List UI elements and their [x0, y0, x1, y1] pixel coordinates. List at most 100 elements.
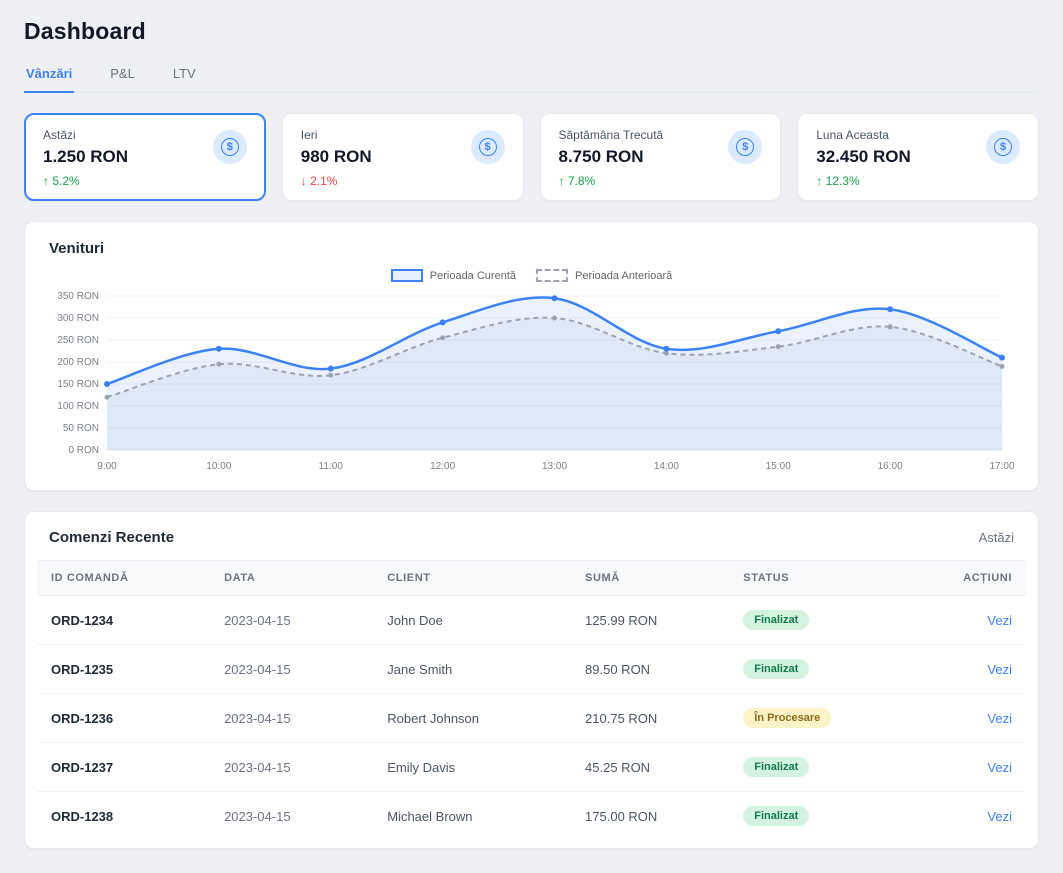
chart-legend: Perioada Curentă Perioada Anterioară	[49, 269, 1014, 282]
cell-date: 2023-04-15	[210, 743, 373, 792]
svg-text:100 RON: 100 RON	[57, 401, 99, 412]
view-order-link[interactable]: Vezi	[987, 613, 1012, 628]
svg-text:300 RON: 300 RON	[57, 313, 99, 324]
dashboard-page: Dashboard Vânzări P&L LTV Astăzi 1.250 RON ↑…	[0, 0, 1063, 873]
orders-table: ID ComandăDataClientSumăStatusAcțiuni OR…	[37, 560, 1026, 840]
stat-value: 980 RON	[301, 147, 372, 167]
table-header-row: ID ComandăDataClientSumăStatusAcțiuni	[37, 561, 1026, 596]
cell-actions: Vezi	[942, 645, 1026, 694]
status-badge: Finalizat	[743, 610, 809, 630]
legend-item[interactable]: Perioada Anterioară	[536, 269, 672, 282]
stat-label: Săptămâna Trecută	[559, 128, 664, 142]
stat-card-1[interactable]: Ieri 980 RON ↓ 2.1% $	[282, 113, 524, 201]
tab-pl[interactable]: P&L	[108, 57, 137, 93]
legend-swatch	[536, 269, 568, 282]
column-header-client: Client	[373, 561, 571, 596]
cell-amount: 175.00 RON	[571, 792, 729, 841]
tab-bar: Vânzări P&L LTV	[24, 57, 1039, 93]
stat-card-3[interactable]: Luna Aceasta 32.450 RON ↑ 12.3% $	[797, 113, 1039, 201]
svg-text:200 RON: 200 RON	[57, 357, 99, 368]
status-badge: Finalizat	[743, 757, 809, 777]
dollar-icon: $	[479, 138, 497, 156]
stat-card-body: Ieri 980 RON ↓ 2.1%	[301, 128, 372, 188]
legend-swatch	[391, 269, 423, 282]
status-badge: Finalizat	[743, 659, 809, 679]
cell-amount: 89.50 RON	[571, 645, 729, 694]
cell-id: ORD-1235	[37, 645, 210, 694]
svg-text:50 RON: 50 RON	[63, 423, 99, 434]
column-header-amount: Sumă	[571, 561, 729, 596]
table-row: ORD-12362023-04-15Robert Johnson210.75 R…	[37, 694, 1026, 743]
stat-value: 32.450 RON	[816, 147, 911, 167]
table-row: ORD-12352023-04-15Jane Smith89.50 RONFin…	[37, 645, 1026, 694]
cell-client: Emily Davis	[373, 743, 571, 792]
cell-client: Robert Johnson	[373, 694, 571, 743]
svg-text:11:00: 11:00	[319, 461, 344, 472]
cell-actions: Vezi	[942, 694, 1026, 743]
cell-actions: Vezi	[942, 792, 1026, 841]
svg-text:13:00: 13:00	[542, 461, 567, 472]
legend-label: Perioada Curentă	[430, 270, 516, 282]
svg-text:14:00: 14:00	[654, 461, 679, 472]
svg-text:15:00: 15:00	[766, 461, 791, 472]
cell-status: Finalizat	[729, 596, 942, 645]
stat-card-0[interactable]: Astăzi 1.250 RON ↑ 5.2% $	[24, 113, 266, 201]
column-header-date: Data	[210, 561, 373, 596]
revenue-line-chart: 0 RON50 RON100 RON150 RON200 RON250 RON3…	[49, 286, 1014, 478]
cell-amount: 210.75 RON	[571, 694, 729, 743]
column-header-id: ID Comandă	[37, 561, 210, 596]
svg-text:250 RON: 250 RON	[57, 335, 99, 346]
tab-vanzari[interactable]: Vânzări	[24, 57, 74, 93]
cell-actions: Vezi	[942, 743, 1026, 792]
page-title: Dashboard	[24, 18, 1039, 45]
status-badge: Finalizat	[743, 806, 809, 826]
status-badge: În Procesare	[743, 708, 831, 728]
cell-amount: 125.99 RON	[571, 596, 729, 645]
table-row: ORD-12342023-04-15John Doe125.99 RONFina…	[37, 596, 1026, 645]
cell-date: 2023-04-15	[210, 694, 373, 743]
orders-period-label: Astăzi	[979, 530, 1014, 545]
legend-label: Perioada Anterioară	[575, 270, 672, 282]
stat-change-down: ↓ 2.1%	[301, 174, 372, 188]
stat-card-body: Săptămâna Trecută8.750 RON↑ 7.8%	[559, 128, 664, 188]
cell-status: În Procesare	[729, 694, 942, 743]
view-order-link[interactable]: Vezi	[987, 809, 1012, 824]
stat-label: Ieri	[301, 128, 372, 142]
cell-status: Finalizat	[729, 743, 942, 792]
cell-status: Finalizat	[729, 645, 942, 694]
table-row: ORD-12382023-04-15Michael Brown175.00 RO…	[37, 792, 1026, 841]
table-row: ORD-12372023-04-15Emily Davis45.25 RON Fi…	[37, 743, 1026, 792]
cell-date: 2023-04-15	[210, 792, 373, 841]
svg-text:17:00: 17:00	[989, 461, 1014, 472]
legend-item[interactable]: Perioada Curentă	[391, 269, 516, 282]
currency-circle-icon: $	[471, 130, 505, 164]
svg-text:16:00: 16:00	[878, 461, 903, 472]
cell-id: ORD-1237	[37, 743, 210, 792]
stat-card-2[interactable]: Săptămâna Trecută8.750 RON↑ 7.8%$	[540, 113, 782, 201]
dollar-icon: $	[994, 138, 1012, 156]
cell-id: ORD-1236	[37, 694, 210, 743]
view-order-link[interactable]: Vezi	[987, 662, 1012, 677]
tab-ltv[interactable]: LTV	[171, 57, 198, 93]
stat-change-up: ↑ 12.3%	[816, 174, 911, 188]
stat-label: Astăzi	[43, 128, 128, 142]
cell-client: Michael Brown	[373, 792, 571, 841]
stat-change-up: ↑ 7.8%	[559, 174, 664, 188]
stat-label: Luna Aceasta	[816, 128, 911, 142]
currency-circle-icon: $	[986, 130, 1020, 164]
stat-value: 1.250 RON	[43, 147, 128, 167]
view-order-link[interactable]: Vezi	[987, 711, 1012, 726]
orders-title: Comenzi Recente	[49, 529, 174, 546]
cell-amount: 45.25 RON	[571, 743, 729, 792]
view-order-link[interactable]: Vezi	[987, 760, 1012, 775]
stat-change-up: ↑ 5.2%	[43, 174, 128, 188]
cell-actions: Vezi	[942, 596, 1026, 645]
svg-text:9:00: 9:00	[97, 461, 117, 472]
svg-text:350 RON: 350 RON	[57, 291, 99, 302]
dollar-icon: $	[221, 138, 239, 156]
chart-title: Venituri	[49, 240, 1014, 257]
cell-status: Finalizat	[729, 792, 942, 841]
svg-text:0 RON: 0 RON	[68, 445, 99, 456]
cell-client: Jane Smith	[373, 645, 571, 694]
cell-id: ORD-1238	[37, 792, 210, 841]
